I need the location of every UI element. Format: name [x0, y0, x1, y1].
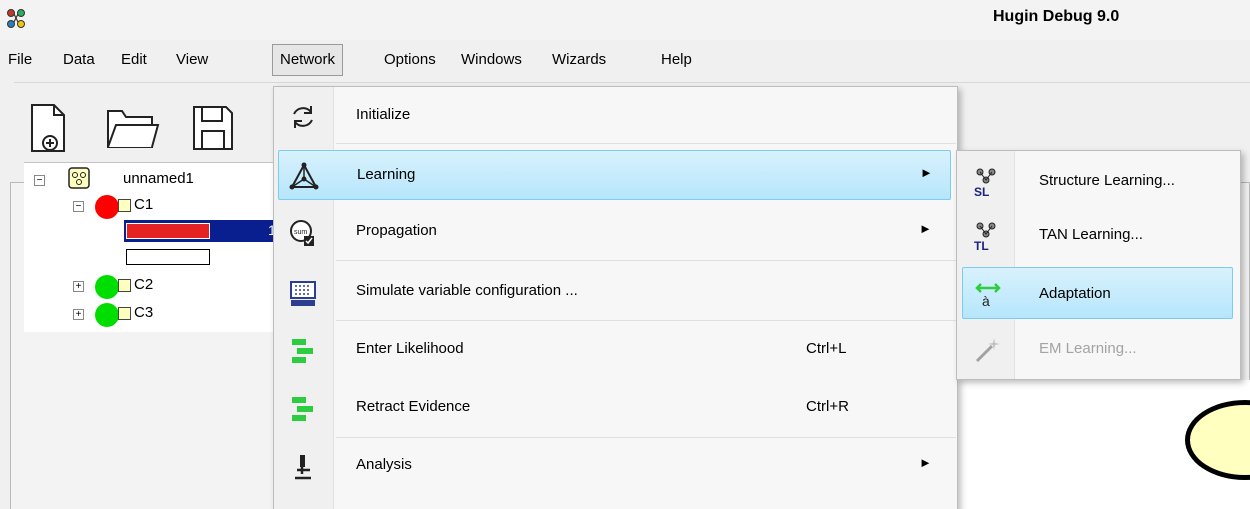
submenu-item-label: EM Learning...: [1039, 340, 1137, 357]
enter-likelihood-icon: [292, 339, 313, 363]
menu-item-label: Retract Evidence: [356, 398, 471, 415]
adaptation-icon: à: [975, 283, 1001, 309]
svg-text:SL: SL: [974, 185, 989, 197]
microscope-icon: [295, 455, 311, 480]
menu-edit[interactable]: Edit: [121, 44, 147, 76]
menu-separator: [336, 260, 956, 261]
menu-network[interactable]: Network: [272, 44, 344, 76]
submenu-item-label: TAN Learning...: [1039, 226, 1143, 243]
probability-bar-empty: [126, 249, 210, 265]
menu-item-label: Initialize: [356, 106, 411, 123]
expand-c2-icon[interactable]: +: [73, 281, 84, 292]
menu-file[interactable]: File: [8, 44, 32, 76]
save-icon[interactable]: [190, 103, 236, 153]
menu-item-label: Simulate variable configuration ...: [356, 282, 578, 299]
submenu-arrow-icon: ►: [920, 165, 933, 180]
submenu-item-label: Structure Learning...: [1039, 172, 1175, 189]
collapse-root-icon[interactable]: −: [34, 175, 45, 186]
svg-text:à: à: [982, 293, 990, 309]
open-folder-icon[interactable]: [104, 103, 160, 153]
em-learning-icon: [975, 338, 1000, 363]
node-c1-box-icon: [118, 199, 131, 212]
node-c2-status-icon: [95, 275, 119, 299]
menu-wizards[interactable]: Wizards: [552, 44, 606, 76]
expand-c3-icon[interactable]: +: [73, 309, 84, 320]
menu-item-analysis[interactable]: Analysis ►: [274, 441, 957, 491]
node-tree: − unnamed1 − C1 1 + C2 + C3: [24, 162, 294, 332]
menu-item-shortcut: Ctrl+L: [806, 340, 847, 357]
simulate-icon: [290, 281, 316, 306]
svg-text:TL: TL: [974, 239, 989, 251]
refresh-icon: [293, 106, 313, 128]
propagation-icon: sum: [290, 220, 314, 246]
menu-data[interactable]: Data: [63, 44, 95, 76]
tree-node-c2[interactable]: C2: [134, 276, 153, 293]
tan-learning-icon: TL: [974, 222, 996, 251]
hugin-app-icon: [7, 9, 25, 28]
new-file-icon[interactable]: [28, 103, 68, 153]
node-c3-box-icon: [118, 307, 131, 320]
submenu-item-tan-learning[interactable]: TL TAN Learning...: [957, 209, 1240, 261]
title-bar: Hugin Debug 9.0: [0, 0, 1250, 40]
state-row-selected[interactable]: 1: [124, 220, 294, 242]
menu-separator: [336, 320, 956, 321]
collapse-c1-icon[interactable]: −: [73, 201, 84, 212]
menu-item-propagation[interactable]: sum Propagation ►: [274, 207, 957, 257]
tree-node-c3[interactable]: C3: [134, 304, 153, 321]
menu-item-initialize[interactable]: Initialize: [274, 91, 957, 141]
menu-item-retract-evidence[interactable]: Retract Evidence Ctrl+R: [274, 383, 957, 433]
learning-submenu: SL Structure Learning... TL TAN Learning…: [956, 150, 1241, 380]
submenu-arrow-icon: ►: [919, 455, 932, 470]
svg-text:sum: sum: [294, 229, 307, 236]
tree-root-label[interactable]: unnamed1: [123, 170, 194, 187]
menu-separator: [336, 437, 956, 438]
retract-evidence-icon: [292, 397, 313, 421]
node-c3-status-icon: [95, 303, 119, 327]
menu-item-simulate[interactable]: Simulate variable configuration ...: [274, 267, 957, 317]
menu-bar: File Data Edit View Network Options Wind…: [0, 44, 1250, 76]
probability-bar-full: [126, 223, 210, 239]
network-node-icon: [68, 167, 90, 189]
network-menu-dropdown: Initialize Learning ► sum Propagation ►: [273, 86, 958, 509]
submenu-item-structure-learning[interactable]: SL Structure Learning...: [957, 155, 1240, 207]
menu-item-label: Learning: [357, 166, 416, 183]
learning-triangle-icon: [289, 162, 319, 190]
menu-view[interactable]: View: [176, 44, 208, 76]
node-c1-status-icon: [95, 195, 119, 219]
menu-item-shortcut: Ctrl+R: [806, 398, 849, 415]
menu-item-learning[interactable]: Learning ►: [278, 150, 951, 200]
menu-windows[interactable]: Windows: [461, 44, 522, 76]
menu-item-label: Propagation: [356, 222, 437, 239]
menu-item-label: Enter Likelihood: [356, 340, 464, 357]
node-c2-box-icon: [118, 279, 131, 292]
submenu-item-adaptation[interactable]: à Adaptation: [962, 267, 1233, 319]
structure-learning-icon: SL: [974, 168, 996, 197]
submenu-item-em-learning[interactable]: EM Learning...: [957, 323, 1240, 375]
window-title: Hugin Debug 9.0: [993, 8, 1120, 25]
menu-help[interactable]: Help: [661, 44, 692, 76]
menu-options[interactable]: Options: [384, 44, 436, 76]
submenu-item-label: Adaptation: [1039, 285, 1111, 302]
menu-item-enter-likelihood[interactable]: Enter Likelihood Ctrl+L: [274, 325, 957, 375]
menu-item-label: Analysis: [356, 456, 412, 473]
submenu-arrow-icon: ►: [919, 221, 932, 236]
menu-separator: [336, 143, 956, 144]
tree-node-c1[interactable]: C1: [134, 196, 153, 213]
